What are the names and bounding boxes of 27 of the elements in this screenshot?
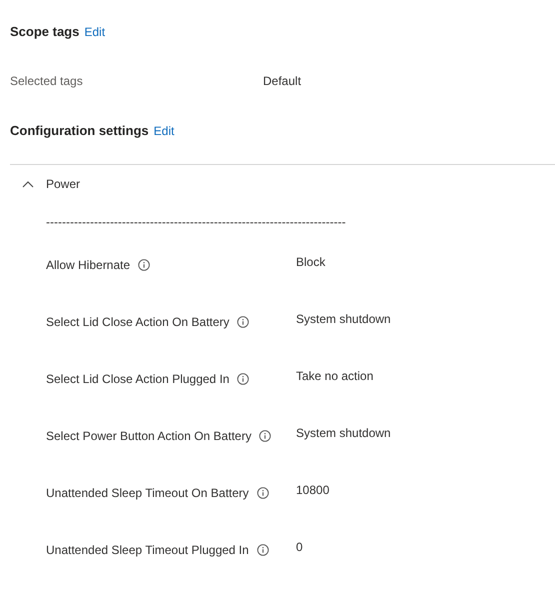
- field-label: Selected tags: [10, 72, 84, 90]
- setting-label: Select Lid Close Action Plugged In: [46, 371, 230, 388]
- info-icon[interactable]: [256, 544, 269, 556]
- section-title: Configuration settings: [10, 122, 149, 140]
- setting-label: Allow Hibernate: [46, 257, 130, 274]
- edit-link[interactable]: Edit: [154, 122, 174, 140]
- section-title: Scope tags: [10, 23, 80, 41]
- info-icon[interactable]: [259, 430, 272, 442]
- setting-value: System shutdown: [296, 311, 391, 328]
- chevron-icon: [22, 180, 34, 188]
- info-icon[interactable]: [237, 373, 250, 385]
- setting-value: 0: [296, 539, 303, 556]
- edit-link[interactable]: Edit: [84, 23, 106, 41]
- setting-label: Unattended Sleep Timeout On Battery: [46, 485, 249, 502]
- setting-label: Unattended Sleep Timeout Plugged In: [46, 542, 249, 559]
- info-icon[interactable]: [237, 316, 250, 328]
- setting-value: Block: [296, 254, 326, 271]
- setting-label: Select Power Button Action On Battery: [46, 428, 252, 445]
- field-value: Default: [263, 72, 302, 90]
- info-icon[interactable]: [138, 259, 150, 271]
- setting-label: Select Lid Close Action On Battery: [46, 314, 230, 331]
- separator-text: ---------------------------------------------------------------------------: [46, 214, 347, 231]
- section-toggle[interactable]: Power: [10, 175, 80, 193]
- setting-value: Take no action: [296, 368, 374, 385]
- info-icon[interactable]: [256, 487, 269, 499]
- setting-value: System shutdown: [296, 425, 391, 442]
- setting-value: 10800: [296, 482, 330, 499]
